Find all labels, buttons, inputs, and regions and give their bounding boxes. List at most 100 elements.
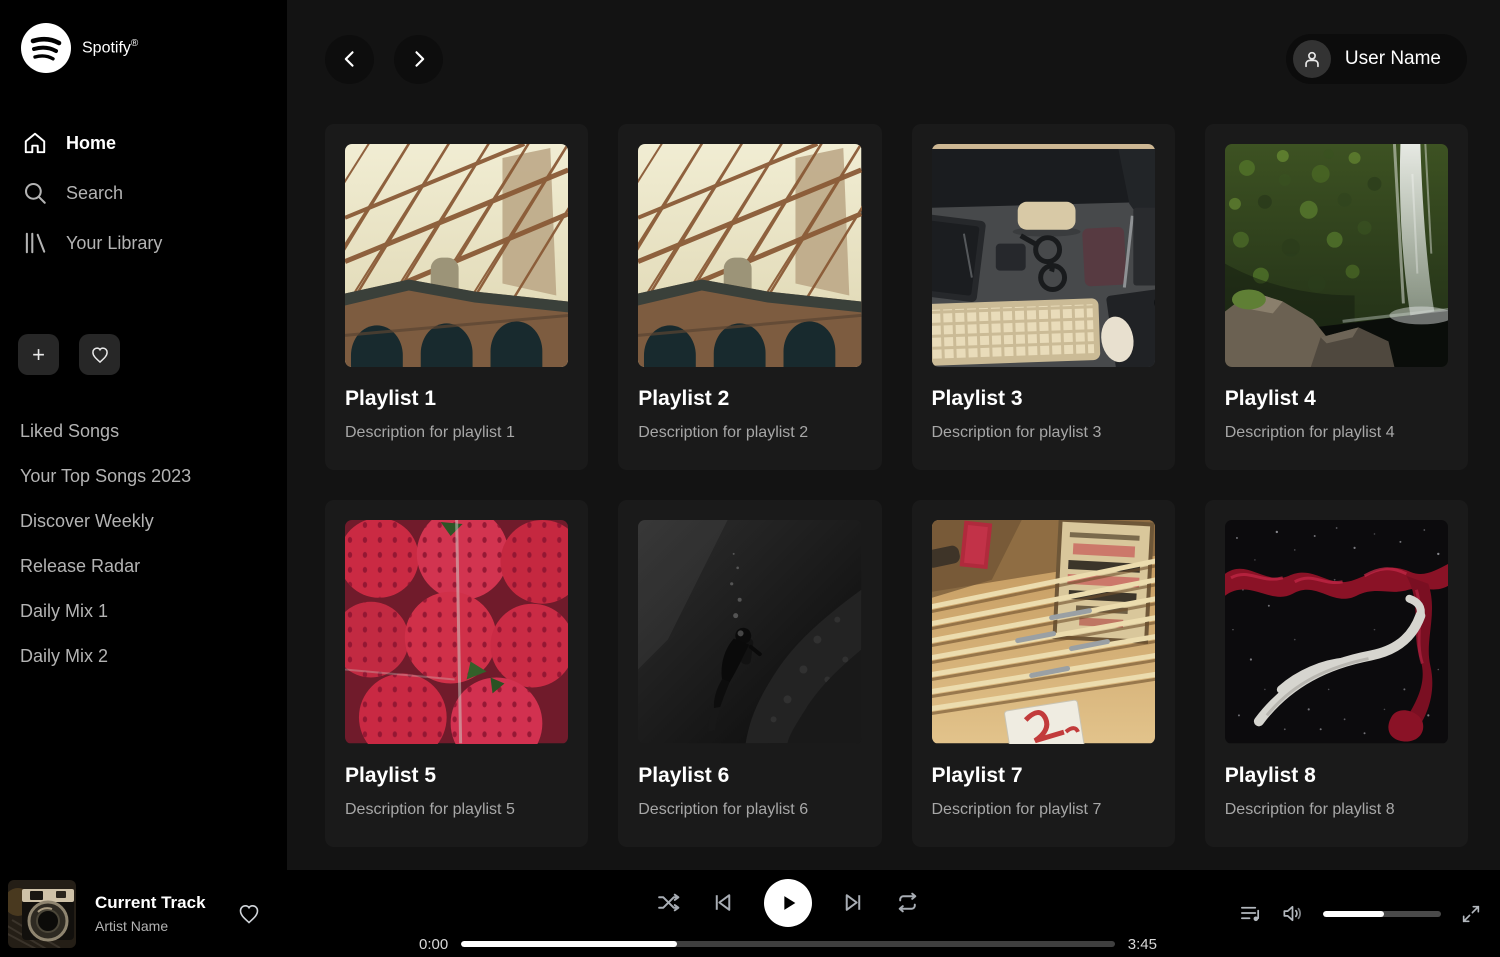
next-track-button[interactable] <box>841 890 866 915</box>
playlist-title: Playlist 1 <box>345 387 568 411</box>
sidebar-item-your-library[interactable]: Your Library <box>18 218 269 268</box>
heart-icon <box>237 902 261 926</box>
playlist-grid: Playlist 1 Description for playlist 1 <box>287 84 1500 870</box>
playlist-cover-steel-structure <box>638 144 861 367</box>
chevron-left-icon <box>340 49 360 69</box>
topbar: User Name <box>287 0 1500 84</box>
playlist-card-3[interactable]: Playlist 3 Description for playlist 3 <box>912 124 1175 470</box>
user-icon <box>1301 48 1323 70</box>
sidebar-actions: + <box>18 334 269 375</box>
playlist-card-8[interactable]: Playlist 8 Description for playlist 8 <box>1205 500 1468 846</box>
album-art-vintage-camera <box>8 880 76 948</box>
elapsed-time: 0:00 <box>419 936 448 953</box>
play-button[interactable] <box>764 879 812 927</box>
create-playlist-button[interactable]: + <box>18 334 59 375</box>
sidebar-playlist-your-top-songs-2023[interactable]: Your Top Songs 2023 <box>18 454 269 499</box>
avatar <box>1293 40 1331 78</box>
playlist-title: Playlist 4 <box>1225 387 1448 411</box>
volume-icon <box>1281 902 1304 925</box>
like-track-button[interactable] <box>237 902 261 926</box>
progress-bar[interactable] <box>461 941 1115 947</box>
fullscreen-button[interactable] <box>1460 903 1482 925</box>
sidebar-item-label: Search <box>66 183 123 204</box>
expand-icon <box>1460 903 1482 925</box>
playlist-card-2[interactable]: Playlist 2 Description for playlist 2 <box>618 124 881 470</box>
history-nav <box>325 35 443 84</box>
sidebar-playlist-release-radar[interactable]: Release Radar <box>18 544 269 589</box>
total-duration: 3:45 <box>1128 936 1157 953</box>
user-name: User Name <box>1345 48 1441 70</box>
player-bar: Current Track Artist Name 0:0 <box>0 870 1500 957</box>
progress-bar-fill <box>461 941 677 947</box>
queue-button[interactable] <box>1239 902 1262 925</box>
heart-icon <box>90 345 110 365</box>
playlist-card-6[interactable]: Playlist 6 Description for playlist 6 <box>618 500 881 846</box>
now-playing: Current Track Artist Name <box>8 880 380 948</box>
progress-row: 0:00 3:45 <box>419 936 1157 953</box>
spotify-logo: Spotify® <box>20 22 269 74</box>
playlist-title: Playlist 3 <box>932 387 1155 411</box>
player-center: 0:00 3:45 <box>380 875 1196 953</box>
playlist-cover-forest-waterfall <box>1225 144 1448 367</box>
track-artist: Artist Name <box>95 918 206 934</box>
home-icon <box>22 130 48 156</box>
playlist-description: Description for playlist 4 <box>1225 424 1448 442</box>
player-right <box>1196 902 1482 925</box>
playlist-title: Playlist 7 <box>932 764 1155 788</box>
sidebar: Spotify® Home Search Your Library + Like… <box>0 0 287 870</box>
playlist-title: Playlist 2 <box>638 387 861 411</box>
sidebar-playlist-daily-mix-2[interactable]: Daily Mix 2 <box>18 634 269 679</box>
playlist-card-7[interactable]: Playlist 7 Description for playlist 7 <box>912 500 1175 846</box>
main-content: User Name <box>287 0 1500 870</box>
track-info: Current Track Artist Name <box>95 893 206 934</box>
repeat-icon <box>895 890 920 915</box>
sidebar-item-label: Home <box>66 133 116 154</box>
playlist-description: Description for playlist 6 <box>638 801 861 819</box>
forward-button[interactable] <box>394 35 443 84</box>
next-icon <box>841 890 866 915</box>
playlist-card-1[interactable]: Playlist 1 Description for playlist 1 <box>325 124 588 470</box>
sidebar-item-home[interactable]: Home <box>18 118 269 168</box>
playlist-cover-underwater-diver <box>638 520 861 743</box>
playlist-cover-steel-structure <box>345 144 568 367</box>
registered-mark: ® <box>131 38 138 49</box>
playlist-card-4[interactable]: Playlist 4 Description for playlist 4 <box>1205 124 1468 470</box>
volume-slider-fill <box>1323 911 1384 917</box>
brand-name: Spotify® <box>82 38 138 57</box>
playlist-title: Playlist 8 <box>1225 764 1448 788</box>
liked-songs-button[interactable] <box>79 334 120 375</box>
back-button[interactable] <box>325 35 374 84</box>
chevron-right-icon <box>409 49 429 69</box>
playlist-description: Description for playlist 3 <box>932 424 1155 442</box>
playback-controls <box>656 879 920 927</box>
sidebar-playlist-discover-weekly[interactable]: Discover Weekly <box>18 499 269 544</box>
app-window: Spotify® Home Search Your Library + Like… <box>0 0 1500 870</box>
volume-button[interactable] <box>1281 902 1304 925</box>
queue-icon <box>1239 902 1262 925</box>
previous-track-button[interactable] <box>710 890 735 915</box>
shuffle-button[interactable] <box>656 890 681 915</box>
playlist-cover-desk-flatlay <box>932 144 1155 367</box>
sidebar-item-search[interactable]: Search <box>18 168 269 218</box>
playlist-description: Description for playlist 2 <box>638 424 861 442</box>
spotify-logo-icon <box>20 22 72 74</box>
user-menu-button[interactable]: User Name <box>1286 34 1467 84</box>
play-icon <box>777 892 799 914</box>
repeat-button[interactable] <box>895 890 920 915</box>
playlist-cover-antler-red-ribbon <box>1225 520 1448 743</box>
shuffle-icon <box>656 890 681 915</box>
sidebar-item-label: Your Library <box>66 233 162 254</box>
playlist-title: Playlist 5 <box>345 764 568 788</box>
library-icon <box>22 230 48 256</box>
playlist-description: Description for playlist 1 <box>345 424 568 442</box>
previous-icon <box>710 890 735 915</box>
sidebar-playlist-daily-mix-1[interactable]: Daily Mix 1 <box>18 589 269 634</box>
sidebar-playlist-liked-songs[interactable]: Liked Songs <box>18 409 269 454</box>
playlist-card-5[interactable]: Playlist 5 Description for playlist 5 <box>325 500 588 846</box>
playlist-description: Description for playlist 8 <box>1225 801 1448 819</box>
playlist-title: Playlist 6 <box>638 764 861 788</box>
volume-slider[interactable] <box>1323 911 1441 917</box>
plus-icon: + <box>32 342 45 368</box>
track-title: Current Track <box>95 893 206 913</box>
playlist-cover-strawberries <box>345 520 568 743</box>
